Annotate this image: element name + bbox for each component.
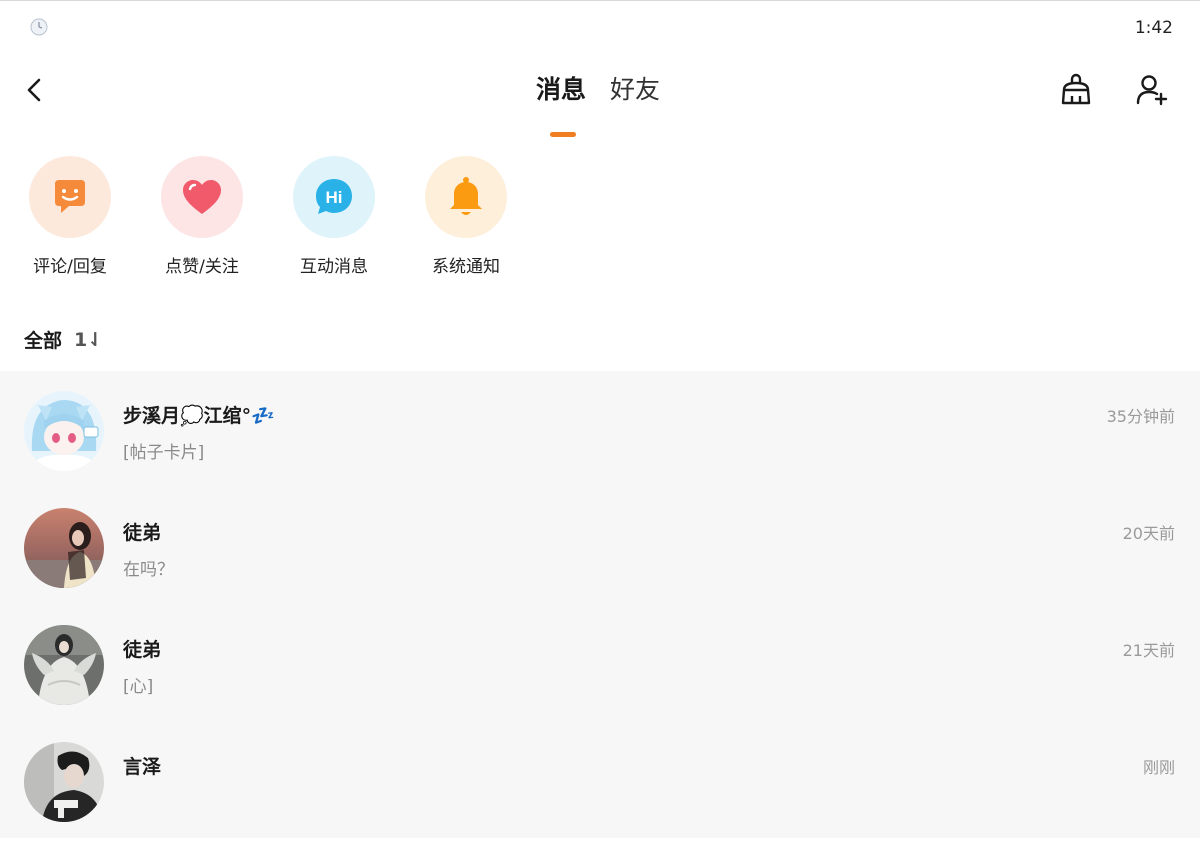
status-time: 1:42 (1134, 18, 1173, 38)
tab-bar: 消息 好友 (536, 72, 660, 137)
list-item[interactable]: 言泽 刚刚 (0, 722, 1200, 839)
shortcut-system-notices[interactable]: 系统通知 (418, 156, 514, 277)
message-time: 刚刚 (1142, 758, 1175, 777)
shortcut-likes-follows[interactable]: 点赞/关注 (154, 156, 250, 277)
contact-name: 步溪月💭江绾°💤 (123, 405, 275, 427)
shortcut-icon-wrap (425, 156, 507, 238)
list-item[interactable]: 徒弟 在吗？ 20天前 (0, 488, 1200, 605)
back-button[interactable] (20, 72, 50, 108)
tab-messages-label: 消息 (536, 75, 587, 104)
tab-messages[interactable]: 消息 (536, 72, 587, 137)
shortcut-interactions[interactable]: Hi 互动消息 (286, 156, 382, 277)
message-preview: [心] (123, 677, 154, 697)
message-time: 21天前 (1122, 641, 1175, 660)
message-list: 步溪月💭江绾°💤 [帖子卡片] 35分钟前 徒弟 在吗？ 20天前 徒弟 [心]… (0, 371, 1200, 838)
message-time: 35分钟前 (1106, 407, 1175, 426)
message-time: 20天前 (1122, 524, 1175, 543)
message-preview: 在吗？ (123, 560, 174, 580)
contact-name: 徒弟 (123, 639, 162, 661)
shortcut-icon-wrap (161, 156, 243, 238)
clock-icon (30, 18, 48, 36)
chevron-left-icon (27, 78, 41, 102)
add-user-icon (1136, 75, 1168, 106)
boy-avatar (24, 742, 104, 822)
top-nav: 消息 好友 (0, 60, 1200, 137)
broom-icon (1061, 73, 1091, 105)
anime-avatar (24, 391, 104, 471)
shortcut-label: 互动消息 (300, 257, 368, 277)
shortcut-icon-wrap: Hi (293, 156, 375, 238)
shortcut-label: 点赞/关注 (165, 257, 239, 277)
tab-friends-label: 好友 (610, 75, 661, 104)
status-bar: 1:42 (0, 0, 1200, 52)
bell-icon (450, 177, 482, 215)
filter-row: 全部 1⇃ (24, 326, 103, 353)
smile-chat-icon (55, 180, 85, 213)
message-preview: [帖子卡片] (123, 443, 205, 463)
contact-name: 徒弟 (123, 522, 162, 544)
shortcut-label: 系统通知 (432, 257, 500, 277)
list-item[interactable]: 步溪月💭江绾°💤 [帖子卡片] 35分钟前 (0, 371, 1200, 488)
shortcut-label: 评论/回复 (33, 257, 107, 277)
filter-label[interactable]: 全部 (24, 326, 62, 353)
shortcut-icon-wrap (29, 156, 111, 238)
add-friend-button[interactable] (1134, 72, 1170, 108)
sort-icon[interactable]: 1⇃ (74, 329, 103, 351)
list-item[interactable]: 徒弟 [心] 21天前 (0, 605, 1200, 722)
svg-text:Hi: Hi (326, 188, 343, 207)
heart-icon (183, 180, 221, 214)
white-dress-avatar (24, 625, 104, 705)
hi-bubble-icon: Hi (316, 179, 352, 214)
clear-unread-button[interactable] (1058, 72, 1094, 108)
tab-friends[interactable]: 好友 (610, 72, 660, 108)
shortcut-comments-replies[interactable]: 评论/回复 (22, 156, 118, 277)
sunset-girl-avatar (24, 508, 104, 588)
tab-active-indicator (550, 132, 576, 137)
contact-name: 言泽 (123, 756, 162, 778)
shortcut-row: 评论/回复 点赞/关注 Hi 互动消息 系统通知 (22, 156, 514, 277)
